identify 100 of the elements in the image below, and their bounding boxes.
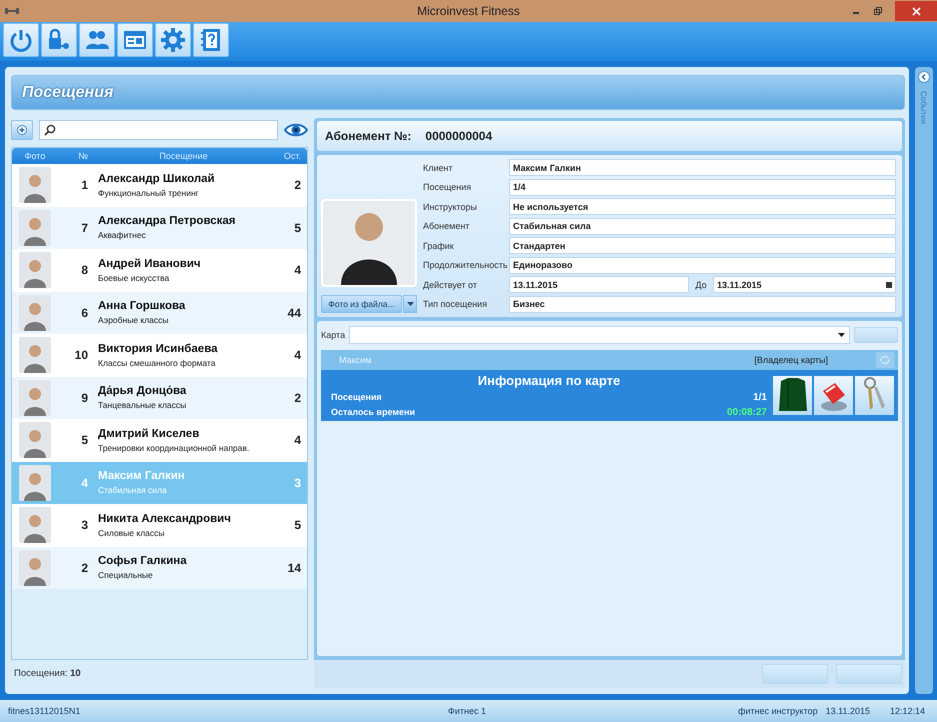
- photo-placeholder: [19, 464, 51, 501]
- restore-icon[interactable]: [873, 6, 883, 16]
- keys-icon[interactable]: [855, 376, 894, 414]
- field-label: Карта: [321, 330, 346, 340]
- field-label: Абонемент: [423, 221, 470, 231]
- visit-number: 3: [80, 518, 89, 532]
- caret-icon: [406, 302, 414, 306]
- eye-icon[interactable]: [284, 122, 308, 138]
- refresh-icon: [879, 354, 891, 364]
- power-icon: [8, 27, 34, 53]
- visit-row[interactable]: 10 Виктория Исинбаева Классы смешанного формата 4: [12, 334, 307, 376]
- activity-name: Функциональный тренинг: [98, 188, 200, 198]
- subscription-number: 0000000004: [425, 129, 492, 143]
- user-role: фитнес инструктор: [738, 706, 818, 716]
- photo-placeholder: [19, 252, 51, 288]
- input-field[interactable]: Единоразово: [509, 256, 896, 274]
- plus-icon: [17, 125, 27, 135]
- remaining-count: 3: [293, 476, 302, 490]
- collapse-icon[interactable]: [918, 71, 930, 83]
- client-name: Анна Горшкова: [98, 300, 186, 312]
- dumbbell-icon: [5, 7, 19, 15]
- visit-count: 1/1: [753, 392, 767, 402]
- date-picker[interactable]: 13.11.2015: [713, 276, 896, 293]
- client-name: Софья Галкина: [98, 555, 188, 568]
- remaining-count: 2: [293, 390, 302, 405]
- activity-name: Аквафитнес: [98, 230, 147, 240]
- column-header: Посещение: [158, 151, 209, 161]
- field-label: Клиент: [423, 162, 454, 172]
- client-name: Александра Петровская: [98, 215, 236, 228]
- info-label: Осталось времени: [331, 406, 415, 418]
- client-name: Никита Александрович: [98, 512, 232, 525]
- visit-number: 5: [80, 433, 89, 448]
- input-field[interactable]: Бизнес: [509, 296, 896, 312]
- activity-name: Танцевальные классы: [98, 400, 188, 410]
- lock-tool-button[interactable]: [41, 23, 77, 57]
- activity-name: Аэробные классы: [98, 315, 170, 326]
- window-title: Microinvest Fitness: [416, 4, 521, 18]
- search-icon: [44, 124, 56, 136]
- client-name: Виктория Исинбаева: [98, 342, 219, 355]
- search-field[interactable]: [39, 120, 278, 140]
- remaining-count: 4: [293, 348, 302, 362]
- photo-placeholder: [19, 422, 51, 458]
- dropdown-button[interactable]: [403, 294, 417, 312]
- visit-number: 6: [80, 306, 89, 320]
- photo-placeholder: [19, 294, 51, 331]
- photo-placeholder: [19, 507, 51, 544]
- remaining-count: 44: [286, 306, 302, 320]
- photo-placeholder: [19, 380, 51, 416]
- bracelet-icon[interactable]: [814, 376, 853, 414]
- owner-name: Максим: [339, 354, 372, 364]
- field-label: До: [694, 280, 708, 290]
- photo-placeholder: [19, 210, 51, 246]
- client-name: Александр Шиколай: [98, 172, 216, 185]
- input-field[interactable]: Максим Галкин: [509, 159, 896, 176]
- visit-row[interactable]: 5 Дмитрий Киселев Тренировки координационной направ. 4: [12, 419, 307, 462]
- input-field[interactable]: Стабильная сила: [509, 218, 896, 234]
- remaining-count: 14: [286, 560, 302, 575]
- card-info-title: Информация по карте: [476, 372, 622, 388]
- session-id: fitnes13112015N1: [8, 706, 82, 716]
- field-label: Инструкторы: [423, 202, 478, 212]
- photo-placeholder: [19, 550, 51, 586]
- photo-from-file-button[interactable]: Фото из файла...: [321, 294, 402, 312]
- photo-placeholder: [19, 337, 51, 374]
- add-button[interactable]: [11, 120, 33, 140]
- activity-name: Стабильная сила: [98, 485, 168, 496]
- client-name: Дмитрий Киселев: [98, 428, 200, 440]
- field-label: Продолжительность: [423, 260, 509, 270]
- close-button[interactable]: [895, 1, 937, 21]
- remaining-count: 5: [293, 518, 302, 532]
- card-tool-button[interactable]: [117, 23, 153, 57]
- location-name: Фитнес 1: [448, 706, 487, 716]
- field-label: Посещения: [423, 182, 472, 192]
- input-field[interactable]: 1/4: [509, 178, 896, 196]
- visit-number: 4: [80, 476, 89, 490]
- input-field[interactable]: Не используется: [509, 198, 896, 215]
- activity-name: Боевые искусства: [98, 272, 170, 283]
- help-tool-button[interactable]: [193, 23, 229, 57]
- visit-number: 1: [80, 178, 89, 192]
- visit-number: 7: [80, 220, 89, 235]
- subscription-label: Абонемент №:: [325, 129, 412, 143]
- settings-icon: [160, 27, 186, 53]
- status-time: 12:12:14: [890, 706, 926, 716]
- activity-name: Силовые классы: [98, 528, 166, 538]
- power-tool-button[interactable]: [3, 23, 39, 57]
- owner-label: [Владелец карты]: [754, 354, 828, 364]
- date-field[interactable]: 13.11.2015: [509, 276, 689, 293]
- photo-placeholder: [19, 167, 51, 204]
- client-name: Да́рья Донцо́ва: [98, 385, 188, 398]
- info-label: Посещения: [331, 392, 382, 402]
- remaining-count: 4: [293, 263, 302, 278]
- bag-icon[interactable]: [773, 376, 812, 414]
- calendar-icon: [886, 282, 892, 288]
- gear-tool-button[interactable]: [155, 23, 191, 57]
- time-remaining: 00:08:27: [726, 406, 767, 418]
- close-icon: [912, 6, 920, 16]
- input-field[interactable]: Стандартен: [509, 237, 896, 254]
- visit-number: 10: [74, 348, 89, 362]
- visit-number: 9: [80, 390, 89, 405]
- users-tool-button[interactable]: [79, 23, 115, 57]
- status-date: 13.11.2015: [826, 706, 870, 716]
